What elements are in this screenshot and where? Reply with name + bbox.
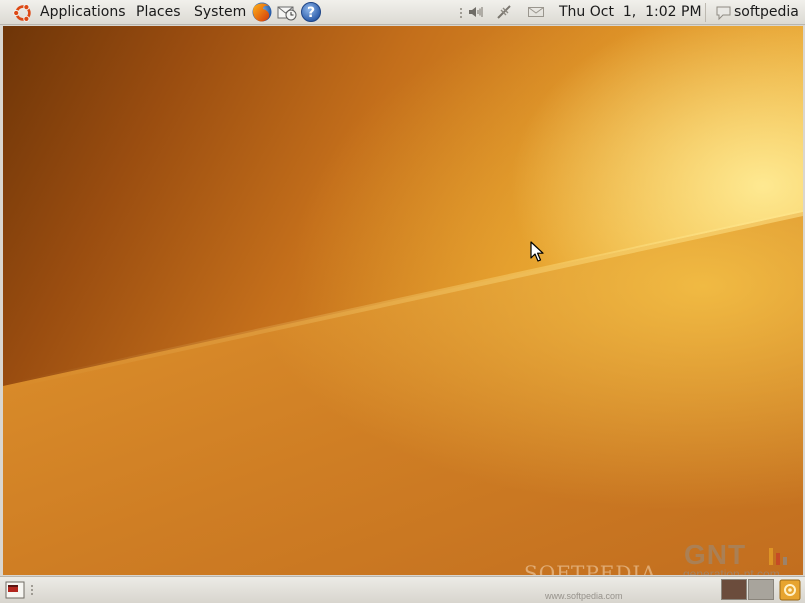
volume-icon[interactable] (467, 4, 485, 20)
panel-divider (705, 3, 706, 22)
tray-handle-icon[interactable] (459, 6, 463, 20)
workspace-1[interactable] (721, 579, 747, 600)
user-menu[interactable]: softpedia (734, 4, 799, 20)
top-panel: Applications Places System ? Thu Oct 1, … (0, 0, 805, 25)
applications-menu[interactable]: Applications (40, 4, 126, 20)
gnt-url-watermark: generation-nt.com (683, 567, 780, 575)
svg-text:?: ? (307, 5, 315, 21)
evolution-mail-icon[interactable] (276, 1, 298, 23)
mouse-cursor-icon (530, 241, 544, 262)
help-icon[interactable]: ? (300, 1, 322, 23)
bottom-panel: www.softpedia.com (0, 576, 805, 603)
workspace-2[interactable] (748, 579, 774, 600)
chat-status-icon[interactable] (715, 5, 732, 21)
firefox-icon[interactable] (251, 1, 273, 23)
softpedia-url-watermark: www.softpedia.com (545, 591, 623, 601)
system-menu[interactable]: System (194, 4, 246, 20)
desktop-wallpaper[interactable]: SOFTPEDIA GNT generation-nt.com (3, 26, 803, 575)
softpedia-watermark: SOFTPEDIA (524, 561, 657, 575)
places-menu[interactable]: Places (136, 4, 181, 20)
clock[interactable]: Thu Oct 1, 1:02 PM (559, 4, 702, 20)
ubuntu-logo-icon[interactable] (12, 2, 34, 24)
network-icon[interactable] (495, 4, 513, 20)
ubuntu-desktop-screen: Applications Places System ? Thu Oct 1, … (0, 0, 805, 603)
gnt-bars-icon (769, 548, 787, 565)
panel-handle-icon[interactable] (30, 583, 34, 597)
show-desktop-icon[interactable] (5, 581, 25, 599)
trash-icon[interactable] (779, 579, 801, 601)
mail-indicator-icon[interactable] (527, 4, 545, 20)
